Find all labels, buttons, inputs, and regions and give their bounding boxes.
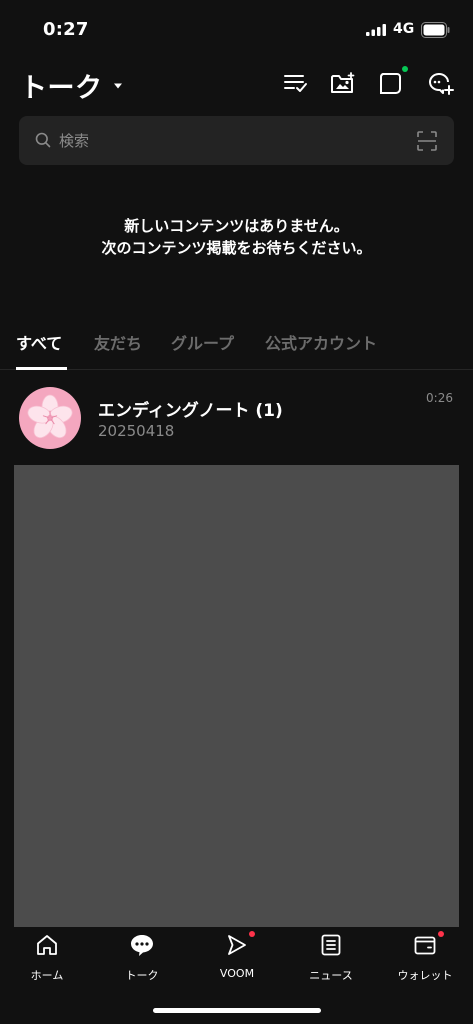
notice-line-2: 次のコンテンツ掲載をお待ちください。 [101, 239, 372, 257]
chat-name: エンディングノート (1) [98, 401, 283, 421]
notice-line-1: 新しいコンテンツはありません。 [124, 217, 349, 235]
home-indicator[interactable] [153, 1008, 321, 1013]
edit-list-icon[interactable] [281, 69, 309, 97]
status-bar: 0:27 4G [0, 0, 473, 56]
header: トーク [0, 62, 473, 106]
voom-icon [228, 935, 246, 955]
nav-news-label: ニュース [309, 969, 353, 982]
empty-notice: 新しいコンテンツはありません。 次のコンテンツ掲載をお待ちください。 [0, 215, 473, 259]
new-chat-icon[interactable] [426, 69, 454, 97]
notification-dot [402, 66, 408, 72]
scan-icon[interactable] [416, 130, 438, 152]
network-type: 4G [393, 21, 415, 37]
wallet-icon [414, 936, 436, 955]
nav-talk-label: トーク [125, 969, 159, 982]
nav-news[interactable]: ニュース [296, 933, 366, 985]
nav-wallet[interactable]: ウォレット [390, 933, 460, 985]
tab-groups[interactable]: グループ [171, 330, 234, 354]
status-time: 0:27 [43, 19, 89, 40]
chat-timestamp: 0:26 [426, 391, 453, 405]
filter-tabs: すべて 友だち グループ 公式アカウント [0, 322, 473, 370]
nav-wallet-label: ウォレット [397, 969, 453, 982]
avatar [19, 387, 81, 449]
tab-friends[interactable]: 友だち [94, 330, 142, 354]
home-icon [37, 935, 57, 955]
voom-badge-dot [249, 931, 255, 937]
ad-placeholder [14, 465, 459, 927]
chat-preview: 20250418 [98, 422, 175, 440]
tab-all[interactable]: すべて [16, 330, 62, 354]
caret-down-icon [113, 83, 122, 88]
page-title: トーク [20, 73, 103, 104]
nav-voom[interactable]: VOOM [202, 933, 272, 985]
nav-talk[interactable]: トーク [107, 933, 177, 985]
search-icon [35, 132, 51, 148]
search-input[interactable] [59, 128, 379, 154]
wallet-badge-dot [438, 931, 444, 937]
nav-home-label: ホーム [30, 969, 64, 982]
nav-voom-label: VOOM [219, 967, 255, 980]
signal-icon [366, 24, 386, 36]
active-tab-indicator [16, 367, 67, 370]
nav-home[interactable]: ホーム [12, 933, 82, 985]
battery-icon [421, 22, 450, 38]
chat-list-item[interactable]: エンディングノート (1) 20250418 0:26 [0, 380, 473, 456]
talk-icon [131, 935, 153, 956]
news-icon [321, 934, 341, 956]
search-bar[interactable] [19, 116, 454, 165]
tab-official-accounts[interactable]: 公式アカウント [265, 330, 377, 354]
open-chat-icon[interactable] [376, 69, 404, 97]
photo-folder-icon[interactable] [328, 69, 356, 97]
title-dropdown[interactable]: トーク [20, 66, 123, 105]
sakura-icon [27, 394, 73, 439]
